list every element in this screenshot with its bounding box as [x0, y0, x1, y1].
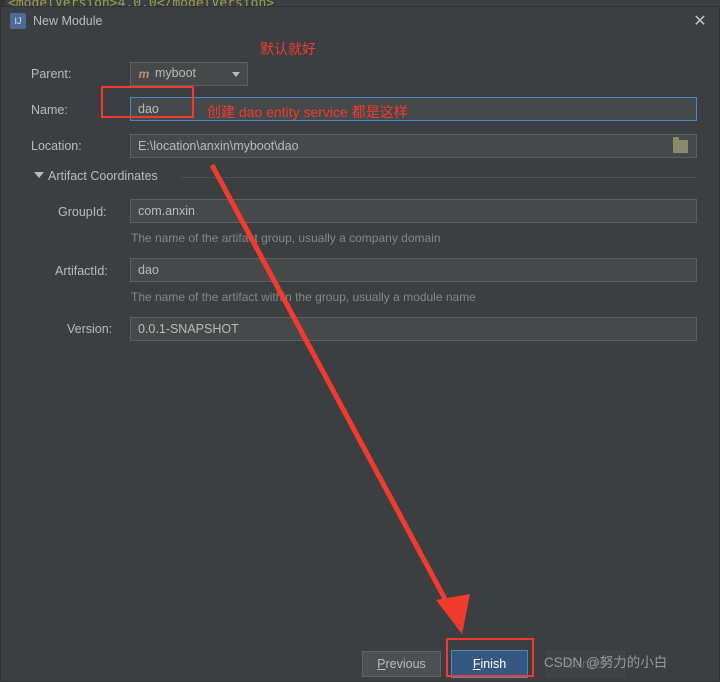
close-icon[interactable]: ✕ — [691, 13, 709, 31]
chevron-down-icon — [232, 72, 240, 77]
annotation-default-note: 默认就好 — [260, 41, 316, 57]
name-field-highlight — [101, 86, 194, 118]
parent-label: Parent: — [31, 67, 72, 81]
intellij-icon: IJ — [10, 13, 26, 29]
finish-button-highlight — [446, 638, 534, 677]
location-input[interactable]: E:\location\anxin\myboot\dao — [130, 134, 697, 158]
artifactid-input[interactable]: dao — [130, 258, 697, 282]
parent-value: myboot — [155, 66, 196, 80]
dialog-title: New Module — [33, 14, 103, 28]
artifact-coordinates-title: Artifact Coordinates — [48, 169, 158, 183]
artifactid-label: ArtifactId: — [55, 264, 108, 278]
maven-module-icon: m — [138, 67, 150, 81]
annotation-name-note: 创建 dao entity service 都是这样 — [207, 104, 408, 120]
version-input[interactable]: 0.0.1-SNAPSHOT — [130, 317, 697, 341]
groupid-hint: The name of the artifact group, usually … — [131, 231, 441, 245]
name-label: Name: — [31, 103, 68, 117]
groupid-label: GroupId: — [58, 205, 107, 219]
parent-select[interactable]: m myboot — [130, 62, 248, 86]
groupid-input[interactable]: com.anxin — [130, 199, 697, 223]
watermark: CSDN @努力的小白 — [544, 655, 668, 670]
artifactid-hint: The name of the artifact within the grou… — [131, 290, 476, 304]
version-label: Version: — [67, 322, 113, 336]
artifact-coordinates-toggle[interactable] — [34, 172, 44, 178]
dialog-titlebar: IJ New Module ✕ — [1, 7, 719, 37]
browse-folder-icon[interactable] — [673, 137, 689, 154]
section-divider — [181, 177, 697, 178]
location-label: Location: — [31, 139, 82, 153]
previous-button[interactable]: Previous — [362, 651, 441, 677]
